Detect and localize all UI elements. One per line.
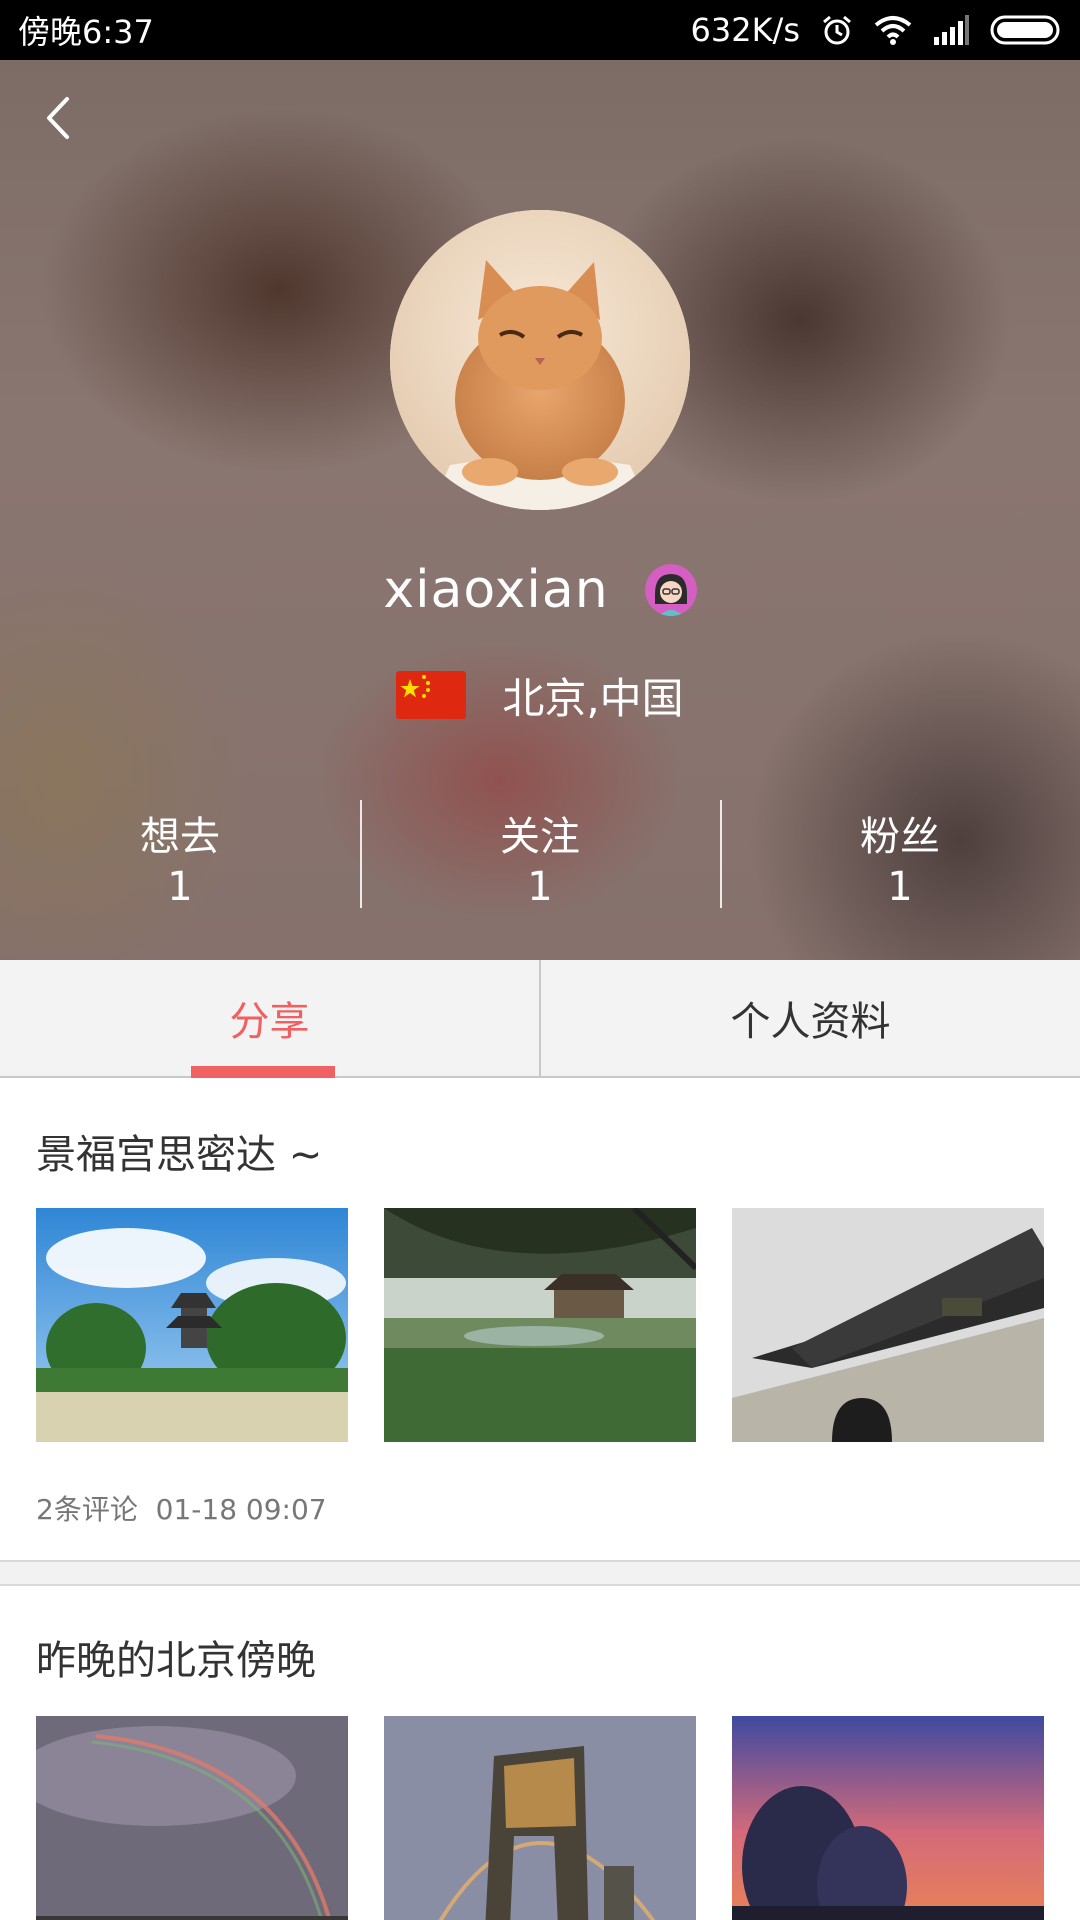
post-card[interactable]: 景福宫思密达 ~ 2条评论 01-18 09:07 (0, 1080, 1080, 1560)
post-datetime: 01-18 09:07 (155, 1493, 327, 1526)
female-avatar-icon (644, 564, 697, 616)
profile-header: xiaoxian 北京,中国 想去 1 关注 1 粉丝 1 (0, 60, 1080, 960)
post-title: 昨晚的北京傍晚 (36, 1638, 316, 1684)
stat-value: 1 (887, 864, 913, 910)
wifi-icon (874, 15, 912, 45)
tab-label: 分享 (229, 999, 310, 1045)
china-flag-icon (396, 671, 467, 719)
stat-followers[interactable]: 粉丝 1 (720, 800, 1080, 930)
stat-following[interactable]: 关注 1 (360, 800, 720, 930)
signal-icon (932, 15, 970, 45)
tab-label: 个人资料 (730, 999, 891, 1045)
location-row: 北京,中国 (0, 660, 1080, 730)
post-card[interactable]: 昨晚的北京傍晚 (0, 1586, 1080, 1920)
stat-value: 1 (527, 864, 553, 910)
profile-stats: 想去 1 关注 1 粉丝 1 (0, 800, 1080, 930)
back-arrow-icon (47, 97, 69, 139)
username: xiaoxian (383, 560, 609, 620)
post-photo[interactable] (384, 1208, 696, 1442)
stat-label: 粉丝 (860, 814, 940, 860)
stat-label: 关注 (500, 814, 580, 860)
profile-tabs: 分享 个人资料 (0, 960, 1080, 1078)
network-speed: 632K/s (690, 11, 800, 49)
status-time: 傍晚6:37 (18, 13, 154, 51)
stat-label: 想去 (140, 814, 220, 860)
stat-value: 1 (167, 864, 193, 910)
post-photo[interactable] (36, 1208, 348, 1442)
location-text: 北京,中国 (502, 673, 684, 723)
comment-count[interactable]: 2条评论 (36, 1493, 138, 1526)
post-meta: 2条评论 01-18 09:07 (36, 1488, 327, 1528)
post-divider (0, 1560, 1080, 1586)
post-title: 景福宫思密达 ~ (36, 1132, 323, 1178)
post-photo[interactable] (36, 1716, 348, 1920)
post-photo[interactable] (732, 1716, 1044, 1920)
status-right: 632K/s (690, 11, 1062, 49)
avatar[interactable] (390, 210, 690, 510)
stat-want-to-go[interactable]: 想去 1 (0, 800, 360, 930)
tab-share[interactable]: 分享 (0, 960, 539, 1078)
post-photo[interactable] (384, 1716, 696, 1920)
status-bar: 傍晚6:37 632K/s (0, 0, 1080, 60)
back-button[interactable] (28, 88, 88, 148)
username-row: xiaoxian (0, 550, 1080, 630)
battery-icon (990, 14, 1062, 46)
alarm-icon (820, 13, 854, 47)
post-photo[interactable] (732, 1208, 1044, 1442)
tab-profile-info[interactable]: 个人资料 (539, 960, 1080, 1076)
active-tab-indicator (191, 1066, 335, 1078)
